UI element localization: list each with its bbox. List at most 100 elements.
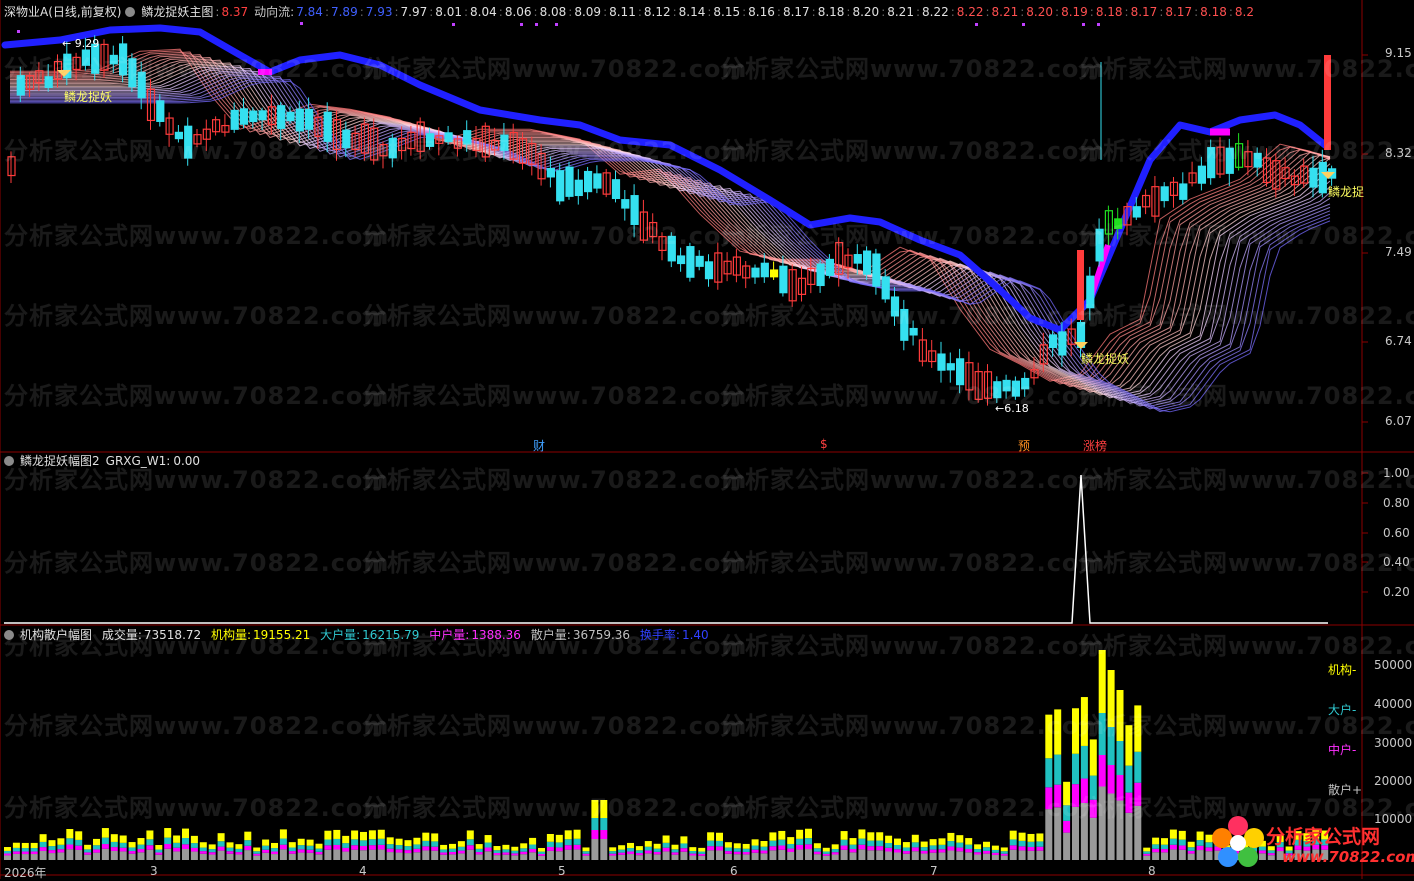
vol-seg-103-3 [920, 841, 928, 848]
vol-seg-121-3 [1080, 697, 1088, 746]
dyl-value-27: 8.2 [1234, 5, 1254, 19]
dyl-value-12: 8.15 [713, 5, 741, 19]
vol-seg-87-0 [778, 849, 786, 860]
event-mark-1[interactable]: $ [820, 437, 828, 451]
vol-seg-41-0 [368, 849, 376, 860]
vol-seg-43-2 [386, 844, 394, 849]
vol-seg-26-0 [235, 854, 243, 860]
vol-seg-44-0 [395, 852, 403, 860]
sub2-ytick-1: 40000 [1374, 697, 1413, 711]
vol-seg-28-0 [253, 855, 261, 860]
vol-seg-70-1 [627, 851, 634, 855]
vol-seg-33-3 [297, 838, 305, 846]
sub2-vol-value: 73518.72 [143, 628, 202, 642]
vol-seg-37-3 [333, 829, 341, 839]
event-mark-3[interactable]: 涨榜 [1083, 437, 1107, 454]
vol-seg-108-2 [965, 844, 973, 850]
vol-seg-83-3 [742, 843, 750, 849]
vol-seg-89-0 [796, 849, 804, 860]
sub2-dh-label: 大户量: [320, 628, 361, 642]
vol-seg-76-2 [680, 843, 688, 849]
event-mark-0[interactable]: 财 [533, 437, 545, 454]
sub1-toggle-icon[interactable] [4, 456, 14, 466]
vol-seg-67-1 [600, 830, 608, 839]
event-mark-2[interactable]: 预 [1018, 437, 1030, 454]
vol-seg-130-3 [1161, 838, 1168, 845]
vol-seg-12-1 [110, 847, 118, 851]
vol-seg-71-0 [635, 855, 643, 860]
vol-seg-76-0 [680, 851, 688, 860]
vol-seg-33-0 [297, 852, 305, 860]
vol-seg-23-2 [208, 849, 216, 853]
candle-body-107 [1002, 379, 1011, 392]
sub1-title[interactable]: 鳞龙捉妖幅图2 [20, 454, 100, 468]
vol-seg-67-2 [600, 818, 608, 830]
vol-seg-18-0 [164, 848, 172, 860]
candle-body-108 [1011, 380, 1021, 397]
vol-seg-104-0 [929, 852, 937, 860]
vol-seg-114-0 [1018, 850, 1026, 860]
vol-seg-81-1 [724, 851, 732, 854]
candle-body-91 [853, 254, 862, 264]
vol-seg-98-2 [876, 840, 884, 847]
dyl-label: 动向流: [254, 5, 295, 19]
ma-band-4 [10, 54, 1331, 388]
vol-seg-74-0 [662, 851, 670, 860]
sub2-toggle-icon[interactable] [4, 630, 14, 640]
vol-seg-16-3 [146, 830, 154, 840]
vol-seg-13-0 [119, 851, 127, 860]
vol-seg-112-2 [1000, 851, 1008, 854]
vol-seg-127-1 [1134, 782, 1142, 806]
vol-seg-55-0 [493, 855, 501, 860]
candle-body-71 [667, 235, 676, 262]
vol-seg-116-2 [1036, 841, 1044, 847]
candle-body-49 [463, 130, 472, 145]
vol-seg-119-1 [1063, 820, 1071, 833]
candle-body-26 [249, 110, 258, 123]
vol-seg-73-2 [653, 848, 661, 852]
vol-seg-103-1 [920, 850, 928, 854]
vol-seg-57-0 [511, 855, 519, 860]
dyl-value-15: 8.18 [817, 5, 845, 19]
vol-seg-54-2 [484, 842, 492, 848]
logo-name: 分析家公式网 [1266, 826, 1381, 848]
vol-seg-23-1 [208, 852, 216, 855]
indicator-name[interactable]: 鳞龙捉妖主图 [141, 5, 213, 19]
candle-body-16 [156, 100, 165, 122]
vol-seg-107-2 [956, 842, 964, 848]
sub2-ytick-0: 50000 [1374, 658, 1413, 672]
sub2-title[interactable]: 机构散户幅图 [20, 628, 92, 642]
vol-seg-4-0 [39, 850, 47, 860]
vol-seg-102-3 [911, 834, 919, 843]
vol-seg-129-0 [1152, 852, 1160, 860]
vol-seg-130-0 [1161, 852, 1168, 860]
vol-seg-45-0 [404, 853, 412, 860]
xtick-3: 5 [558, 864, 566, 878]
vol-seg-94-0 [840, 849, 848, 860]
vol-seg-92-1 [822, 853, 830, 856]
top-marker-7 [1022, 23, 1025, 26]
vol-seg-7-0 [66, 849, 74, 860]
ma-band-13 [10, 66, 1331, 399]
vol-seg-113-1 [1009, 845, 1017, 850]
vol-seg-85-0 [760, 853, 768, 860]
vol-seg-53-1 [475, 852, 483, 855]
vol-seg-69-3 [618, 845, 626, 850]
vol-seg-3-1 [30, 851, 38, 855]
vol-seg-43-3 [386, 837, 394, 845]
stock-title[interactable]: 深物业A(日线,前复权) [4, 5, 121, 19]
candle-body-106 [993, 381, 1002, 399]
candle-body-47 [444, 132, 453, 143]
vol-seg-24-1 [217, 846, 225, 851]
vol-seg-20-1 [182, 844, 189, 850]
vol-seg-29-3 [262, 839, 270, 846]
vol-seg-33-1 [297, 849, 305, 853]
vol-seg-48-0 [431, 850, 439, 860]
vol-seg-63-0 [564, 849, 572, 860]
vol-seg-36-3 [324, 830, 332, 840]
sub1-ytick-1: 0.80 [1383, 496, 1410, 510]
ma-band-7 [10, 58, 1331, 391]
vol-seg-134-0 [1196, 850, 1204, 860]
indicator-toggle-icon[interactable] [125, 7, 136, 17]
vol-seg-96-3 [858, 829, 866, 839]
